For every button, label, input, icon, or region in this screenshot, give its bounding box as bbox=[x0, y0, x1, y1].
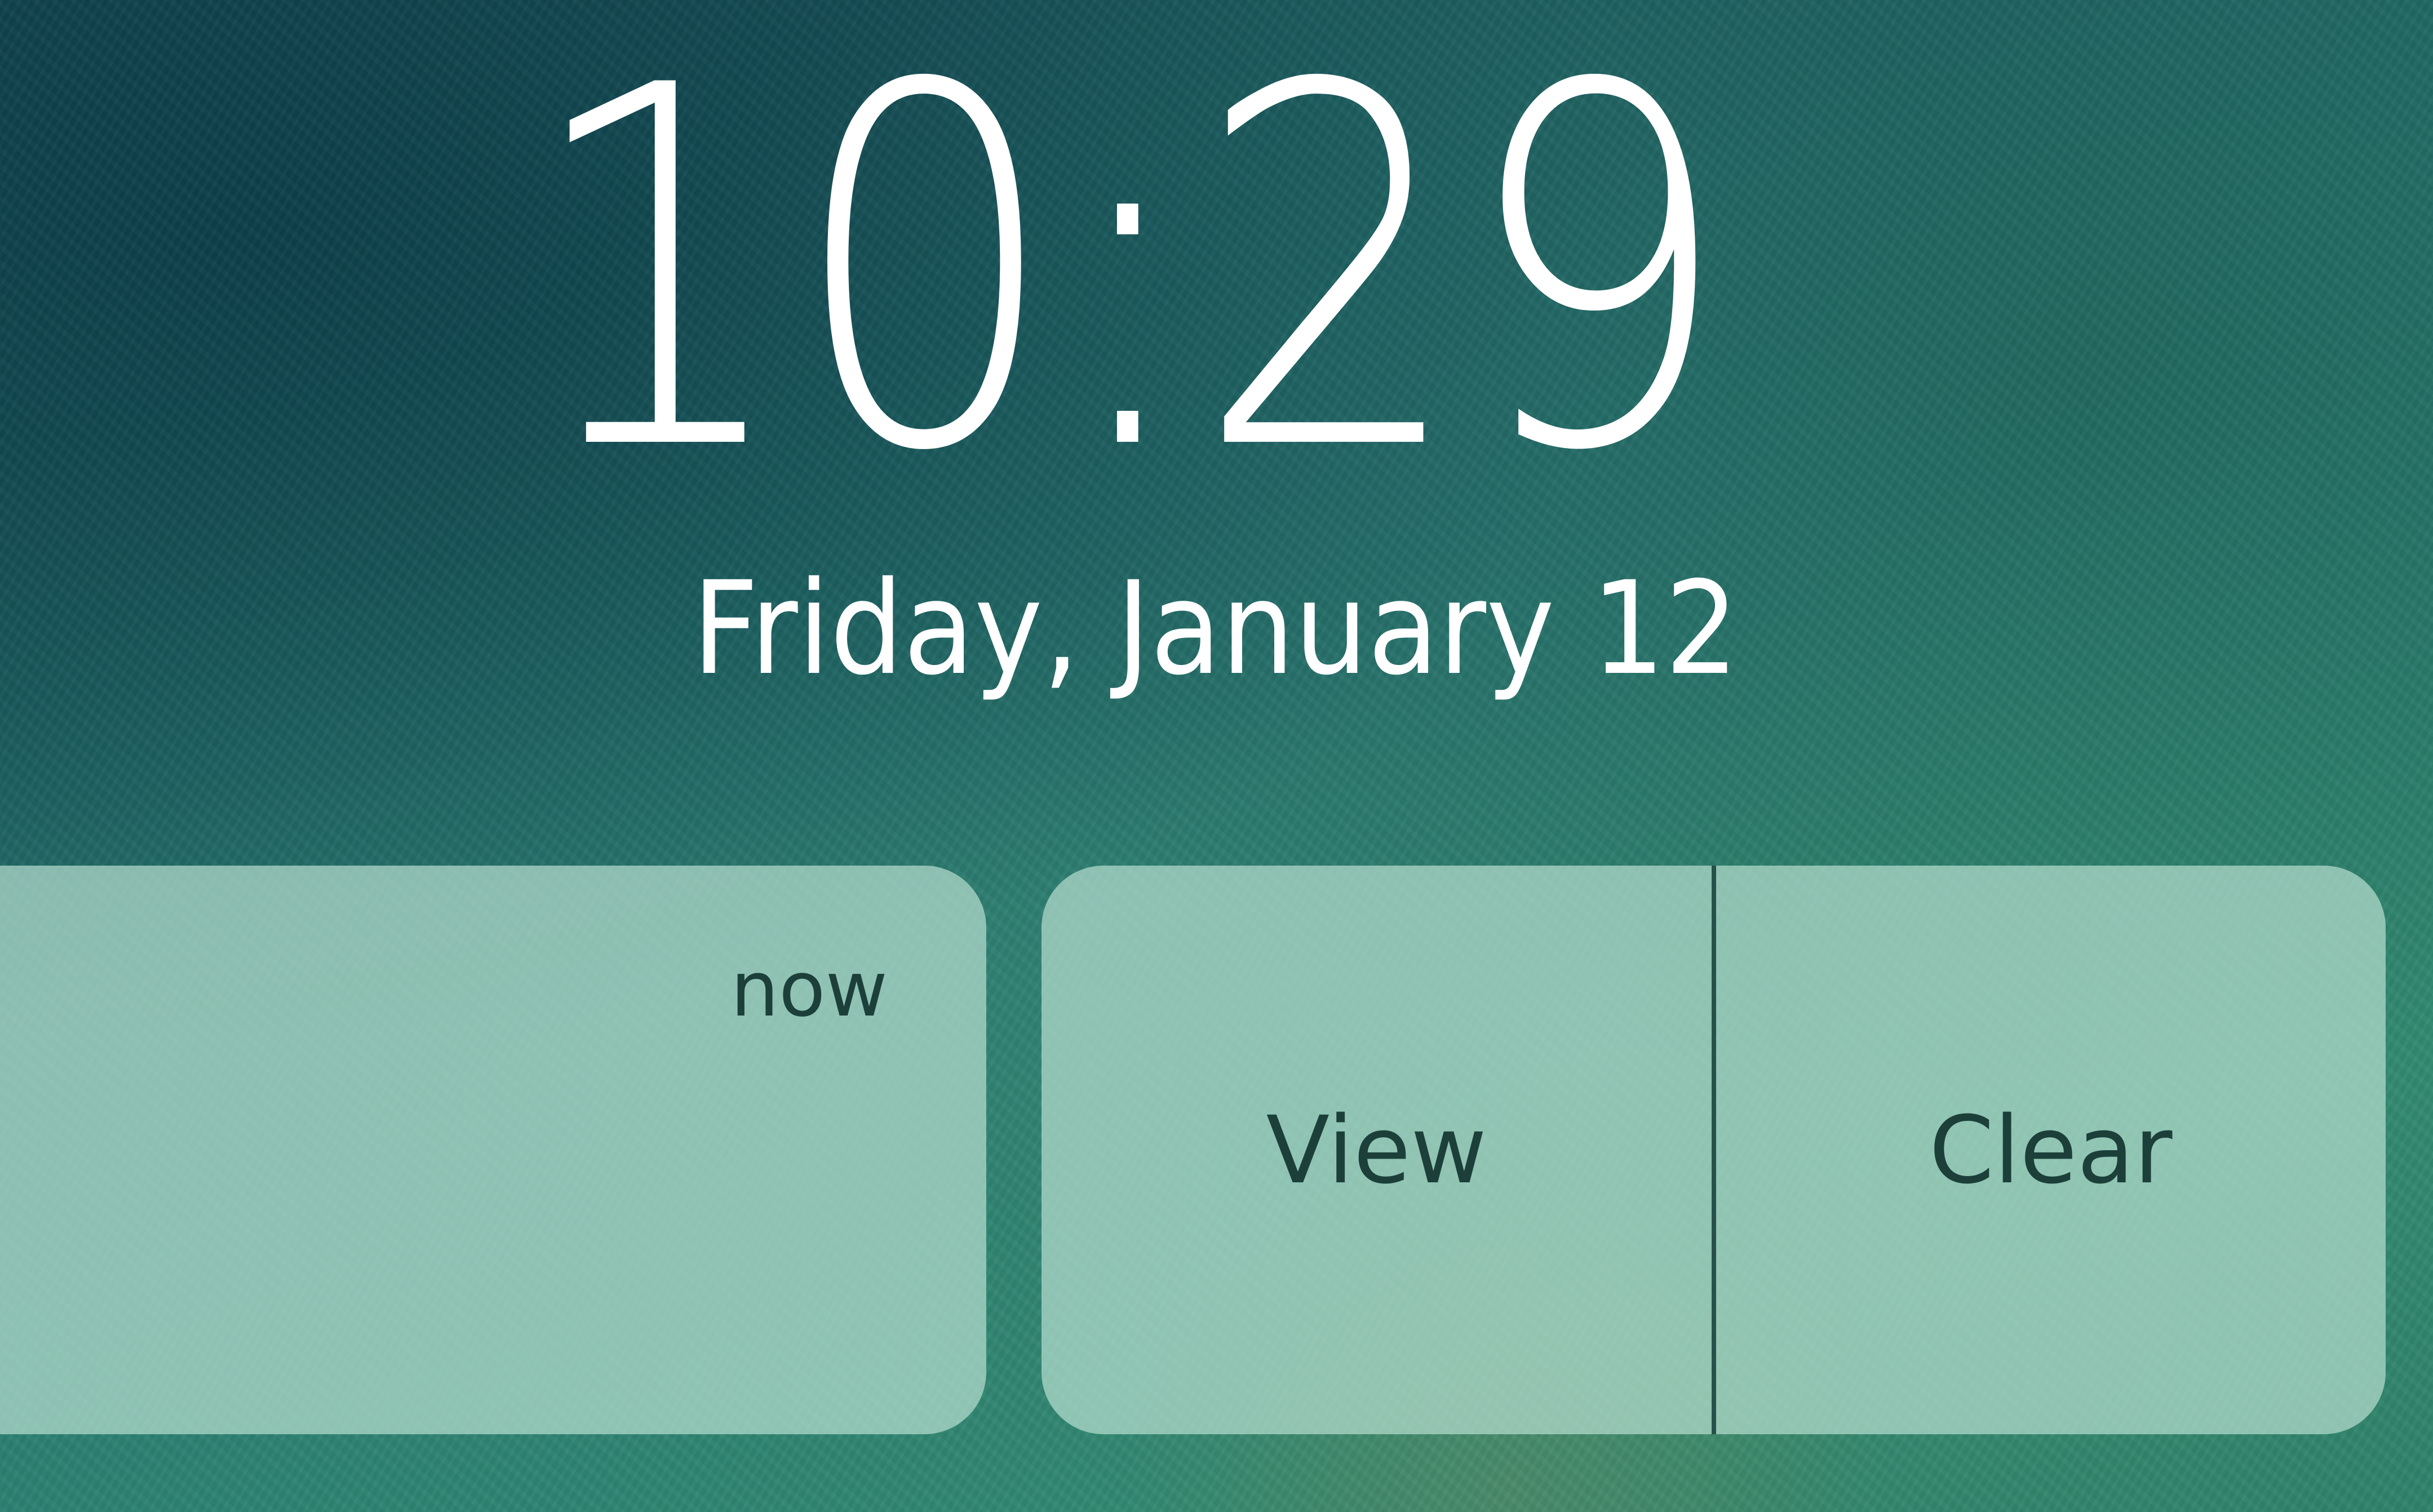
clear-button[interactable]: Clear bbox=[1716, 866, 2386, 1434]
lock-screen-clock: 10:29 bbox=[522, 0, 1733, 559]
lock-screen-date: Friday, January 12 bbox=[692, 553, 1739, 703]
notification-timestamp: now bbox=[730, 945, 888, 1034]
action-divider bbox=[1711, 866, 1716, 1434]
notification-card[interactable]: now bbox=[0, 866, 986, 1434]
notification-actions: View Clear bbox=[1042, 866, 2386, 1434]
view-button[interactable]: View bbox=[1042, 866, 1712, 1434]
